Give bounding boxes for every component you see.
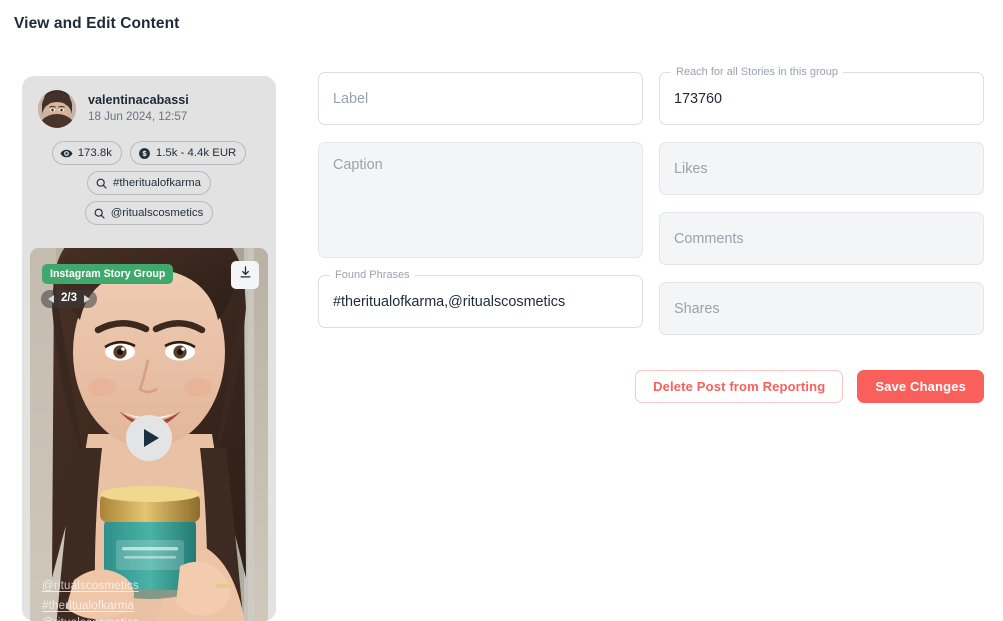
edit-content-form: Found Phrases Reach for all Stories in t… (318, 66, 984, 403)
metric-pill-row: #theritualofkarma (32, 171, 266, 195)
page-title: View and Edit Content (14, 15, 180, 32)
hashtag-value: #theritualofkarma (112, 177, 201, 189)
metric-pills: 173.8k $ 1.5k - 4.4k EUR #theritualofkar… (22, 128, 276, 225)
found-phrases-input[interactable] (319, 276, 642, 327)
reach-field[interactable]: Reach for all Stories in this group (659, 66, 984, 125)
story-pager[interactable]: 2/3 (41, 290, 97, 308)
story-overlay-mention: @ritualscosmetics (42, 580, 139, 592)
found-phrases-legend: Found Phrases (330, 269, 415, 281)
views-value: 173.8k (77, 147, 112, 159)
likes-input[interactable] (660, 143, 983, 194)
caption-textarea[interactable] (319, 156, 642, 248)
story-type-badge: Instagram Story Group (42, 264, 174, 284)
likes-field[interactable] (659, 142, 984, 195)
comments-input[interactable] (660, 213, 983, 264)
reach-legend: Reach for all Stories in this group (671, 66, 844, 78)
download-icon (238, 265, 253, 285)
value-range: 1.5k - 4.4k EUR (155, 147, 237, 159)
download-button[interactable] (231, 261, 259, 289)
story-overlay-hashtag: #theritualofkarma (42, 600, 135, 612)
play-icon (143, 429, 159, 447)
story-overlay-mention-2: @ritualscosmetics (42, 617, 139, 621)
delete-post-button[interactable]: Delete Post from Reporting (635, 370, 844, 403)
search-icon (93, 207, 106, 220)
chevron-right-icon[interactable] (84, 294, 90, 303)
chevron-left-icon[interactable] (48, 294, 54, 303)
label-field[interactable] (318, 72, 643, 125)
form-actions: Delete Post from Reporting Save Changes (635, 370, 984, 403)
author-name: valentinacabassi (88, 93, 189, 108)
views-pill: 173.8k (51, 141, 122, 165)
story-media[interactable]: Instagram Story Group 2/3 @ritualscosmet… (30, 248, 268, 621)
metric-pill-row: 173.8k $ 1.5k - 4.4k EUR (32, 141, 266, 165)
caption-field[interactable] (318, 142, 643, 258)
found-phrases-field[interactable]: Found Phrases (318, 269, 643, 328)
form-column-right: Reach for all Stories in this group Dele… (635, 66, 984, 403)
story-pager-count: 2/3 (61, 292, 77, 304)
comments-field[interactable] (659, 212, 984, 265)
mention-value: @ritualscosmetics (110, 207, 204, 219)
save-changes-button[interactable]: Save Changes (857, 370, 984, 403)
eye-icon (60, 147, 73, 160)
search-icon (95, 177, 108, 190)
hashtag-pill: #theritualofkarma (86, 171, 211, 195)
value-pill: $ 1.5k - 4.4k EUR (129, 141, 247, 165)
author-date: 18 Jun 2024, 12:57 (88, 110, 188, 124)
metric-pill-row: @ritualscosmetics (32, 201, 266, 225)
shares-field[interactable] (659, 282, 984, 335)
author-row: valentinacabassi 18 Jun 2024, 12:57 (22, 76, 276, 128)
label-input[interactable] (319, 73, 642, 124)
shares-input[interactable] (660, 283, 983, 334)
dollar-circle-icon: $ (138, 147, 151, 160)
form-column-left: Found Phrases (318, 72, 643, 403)
post-preview-card: valentinacabassi 18 Jun 2024, 12:57 173.… (22, 76, 276, 621)
reach-input[interactable] (660, 73, 983, 124)
mention-pill: @ritualscosmetics (84, 201, 214, 225)
avatar (38, 90, 76, 128)
form-columns: Found Phrases Reach for all Stories in t… (318, 66, 984, 403)
play-button[interactable] (126, 415, 172, 461)
